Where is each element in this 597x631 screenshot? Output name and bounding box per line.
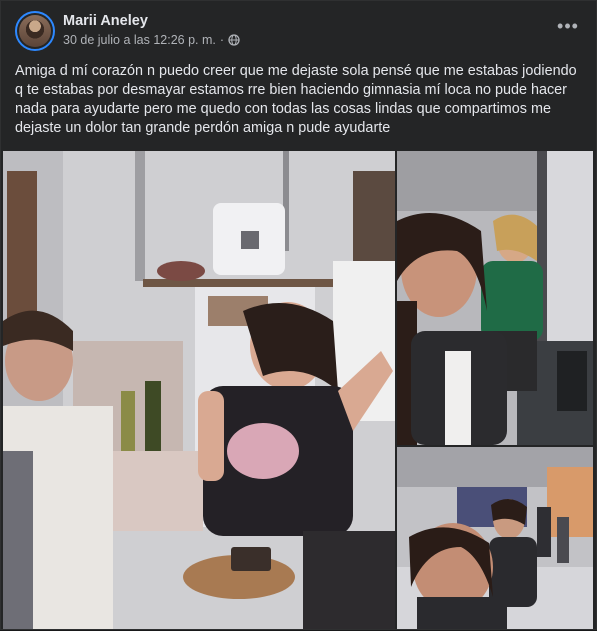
post-meta: 30 de julio a las 12:26 p. m. · [63,33,240,47]
post-text: Amiga d mí corazón n puedo creer que me … [15,63,577,136]
meta-separator: · [219,33,225,47]
gym-selfie-photo-2[interactable] [397,447,593,629]
avatar[interactable] [15,11,55,51]
post-header: Marii Aneley 30 de julio a las 12:26 p. … [15,11,582,51]
more-options-icon[interactable]: ••• [554,17,582,37]
post-timestamp[interactable]: 30 de julio a las 12:26 p. m. [63,33,216,47]
globe-icon[interactable] [228,34,240,46]
gym-photo-2-illustration [397,447,593,629]
gym-selfie-photo[interactable] [397,151,593,445]
avatar-image [19,15,51,47]
photo-grid [1,151,597,631]
kitchen-singing-photo[interactable] [3,151,395,629]
author-name[interactable]: Marii Aneley [63,13,148,29]
kitchen-photo-illustration [3,151,395,629]
gym-photo-illustration [397,151,593,445]
facebook-post: Marii Aneley 30 de julio a las 12:26 p. … [0,0,597,630]
